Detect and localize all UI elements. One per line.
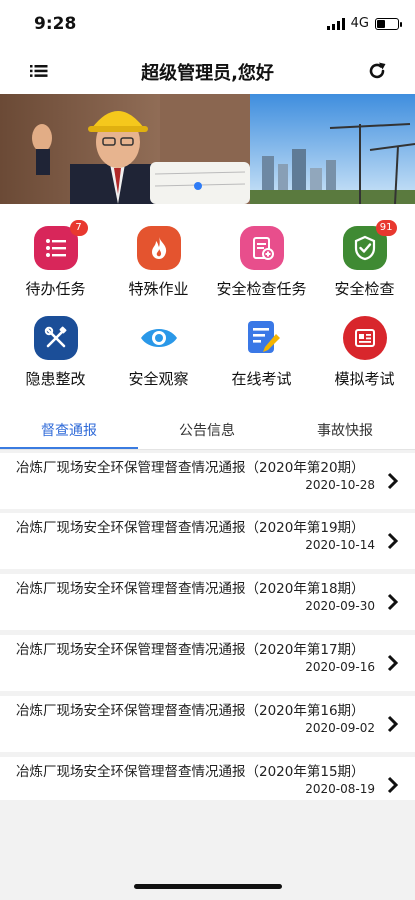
inspection-count-badge: 91 [375, 220, 397, 236]
task-list-icon: 7 [33, 220, 88, 270]
refresh-icon[interactable] [367, 61, 387, 81]
status-time: 9:28 [34, 14, 77, 34]
grid-item-online-exam[interactable]: 在线考试 [210, 316, 313, 389]
banner-image [0, 94, 415, 204]
grid-label: 模拟考试 [334, 370, 395, 388]
signal-icon [326, 17, 345, 30]
notice-title: 冶炼厂现场安全环保管理督查情况通报（2020年第20期） [16, 460, 365, 476]
checklist-doc-icon [239, 226, 284, 270]
list-item[interactable]: 冶炼厂现场安全环保管理督查情况通报（2020年第15期） 2020-08-19 [0, 757, 415, 800]
network-label: 4G [350, 16, 369, 31]
grid-item-safety-observation[interactable]: 安全观察 [107, 316, 210, 389]
notice-date: 2020-10-14 [301, 538, 375, 552]
notice-date: 2020-09-30 [301, 599, 375, 613]
grid-item-hazard-rectification[interactable]: 隐患整改 [4, 316, 107, 389]
function-grid: 7 待办任务 特殊作业 安全检查任务 91 安全检查 隐患整改 安全观察 在线考… [0, 204, 415, 400]
grid-label: 特殊作业 [128, 280, 189, 298]
exam-pen-icon [240, 316, 284, 360]
eye-icon [137, 316, 181, 360]
chevron-right-icon [387, 532, 399, 550]
list-item[interactable]: 冶炼厂现场安全环保管理督查情况通报（2020年第16期） 2020-09-02 [0, 696, 415, 752]
chevron-right-icon [387, 715, 399, 733]
grid-item-mock-exam[interactable]: 模拟考试 [313, 316, 415, 389]
tools-icon [33, 316, 78, 360]
chevron-right-icon [387, 654, 399, 672]
page-title: 超级管理员,您好 [141, 63, 274, 84]
fire-icon [136, 226, 181, 270]
banner-carousel[interactable] [0, 94, 415, 204]
grid-label: 待办任务 [25, 280, 86, 298]
grid-item-todo-tasks[interactable]: 7 待办任务 [4, 220, 107, 299]
list-item[interactable]: 冶炼厂现场安全环保管理督查情况通报（2020年第19期） 2020-10-14 [0, 513, 415, 569]
todo-count-badge: 7 [69, 220, 88, 236]
grid-label: 安全检查任务 [216, 280, 307, 298]
notice-list[interactable]: 冶炼厂现场安全环保管理督查情况通报（2020年第20期） 2020-10-28 … [0, 450, 415, 800]
status-bar: 9:28 4G [0, 0, 415, 48]
home-indicator[interactable] [134, 884, 282, 889]
chevron-right-icon [387, 472, 399, 490]
notice-title: 冶炼厂现场安全环保管理督查情况通报（2020年第15期） [16, 764, 365, 780]
tab-announcements[interactable]: 公告信息 [138, 420, 276, 440]
notice-tabs: 督查通报 公告信息 事故快报 [0, 400, 415, 450]
nav-bar: 超级管理员,您好 [0, 48, 415, 94]
list-item[interactable]: 冶炼厂现场安全环保管理督查情况通报（2020年第20期） 2020-10-28 [0, 453, 415, 509]
grid-label: 在线考试 [231, 370, 292, 388]
chevron-right-icon [387, 776, 399, 794]
grid-label: 隐患整改 [25, 370, 86, 388]
notice-title: 冶炼厂现场安全环保管理督查情况通报（2020年第17期） [16, 642, 365, 658]
list-item[interactable]: 冶炼厂现场安全环保管理督查情况通报（2020年第18期） 2020-09-30 [0, 574, 415, 630]
tab-inspection-bulletin[interactable]: 督查通报 [0, 420, 138, 440]
newspaper-icon [342, 316, 387, 360]
notice-date: 2020-09-16 [301, 660, 375, 674]
grid-item-special-operations[interactable]: 特殊作业 [107, 226, 210, 299]
list-item[interactable]: 冶炼厂现场安全环保管理督查情况通报（2020年第17期） 2020-09-16 [0, 635, 415, 691]
notice-date: 2020-10-28 [301, 478, 375, 492]
grid-item-safety-inspection-tasks[interactable]: 安全检查任务 [210, 226, 313, 299]
notice-date: 2020-08-19 [301, 782, 375, 796]
chevron-right-icon [387, 593, 399, 611]
tab-accident-reports[interactable]: 事故快报 [276, 420, 414, 440]
status-indicators: 4G [326, 16, 402, 31]
notice-title: 冶炼厂现场安全环保管理督查情况通报（2020年第18期） [16, 581, 365, 597]
carousel-indicator[interactable] [194, 182, 202, 190]
battery-icon [375, 17, 402, 30]
notice-date: 2020-09-02 [301, 721, 375, 735]
notice-title: 冶炼厂现场安全环保管理督查情况通报（2020年第16期） [16, 703, 365, 719]
grid-label: 安全检查 [334, 280, 395, 298]
shield-check-icon: 91 [342, 220, 397, 270]
grid-label: 安全观察 [128, 370, 189, 388]
notice-title: 冶炼厂现场安全环保管理督查情况通报（2020年第19期） [16, 520, 365, 536]
grid-item-safety-inspection[interactable]: 91 安全检查 [313, 220, 415, 299]
